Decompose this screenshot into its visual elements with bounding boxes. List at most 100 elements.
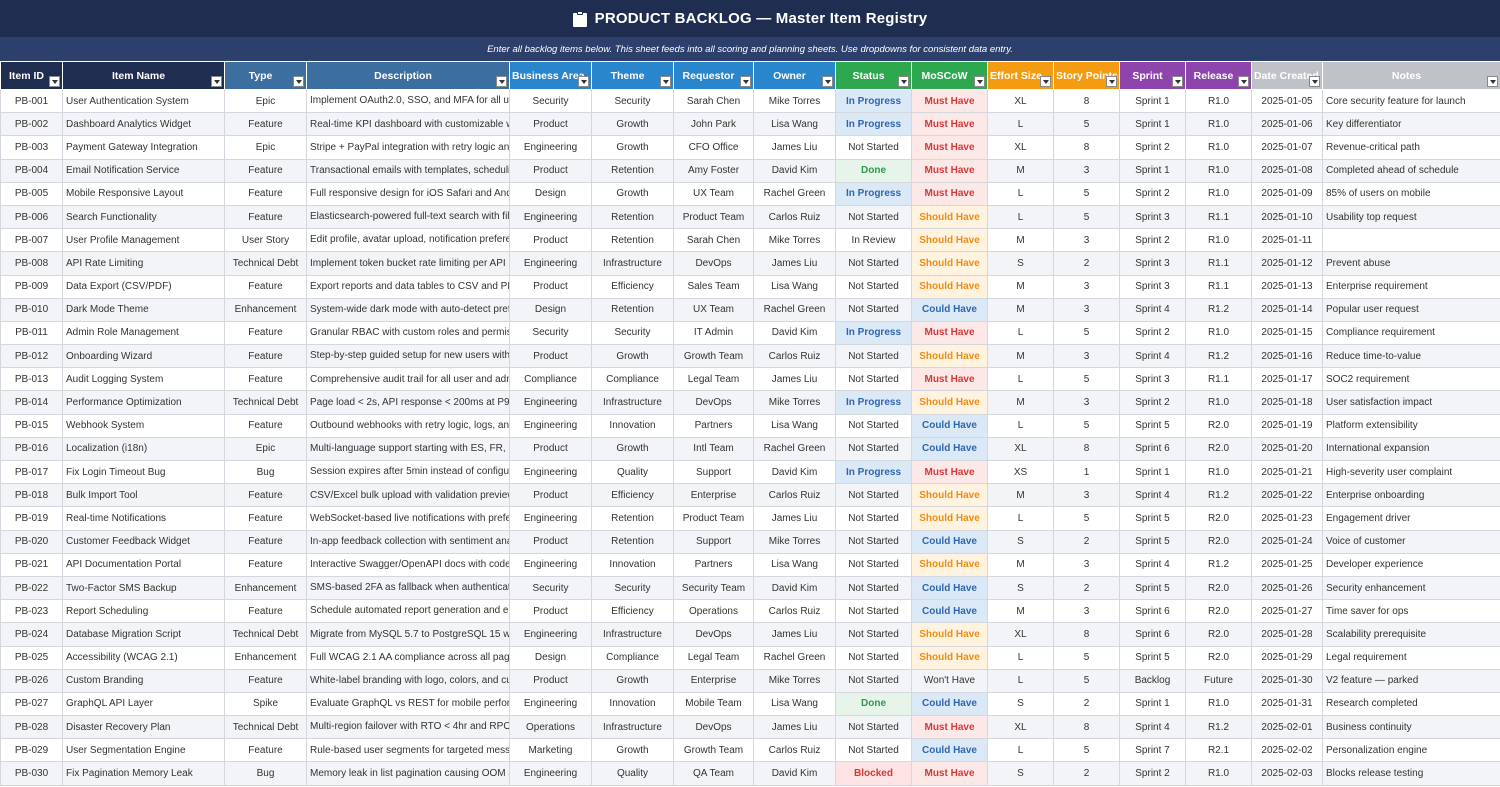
cell-business-area[interactable]: Design (509, 297, 592, 322)
cell-item-id[interactable]: PB-020 (0, 529, 63, 554)
cell-theme[interactable]: Retention (591, 297, 674, 322)
cell-business-area[interactable]: Marketing (509, 738, 592, 763)
cell-status[interactable]: Not Started (835, 204, 912, 230)
cell-release[interactable]: R1.2 (1185, 297, 1252, 322)
cell-status[interactable]: Not Started (835, 599, 912, 624)
cell-effort-size[interactable]: M (987, 483, 1054, 508)
cell-item-id[interactable]: PB-012 (0, 344, 63, 369)
cell-sprint[interactable]: Sprint 4 (1119, 715, 1186, 740)
cell-effort-size[interactable]: L (987, 668, 1054, 693)
cell-item-id[interactable]: PB-026 (0, 668, 63, 693)
cell-date-created[interactable]: 2025-01-23 (1251, 506, 1323, 531)
cell-date-created[interactable]: 2025-01-26 (1251, 575, 1323, 601)
cell-item-name[interactable]: Two-Factor SMS Backup (62, 575, 225, 601)
cell-notes[interactable]: Voice of customer (1322, 529, 1500, 554)
cell-moscow[interactable]: Must Have (911, 320, 988, 346)
cell-moscow[interactable]: Should Have (911, 251, 988, 276)
cell-story-points[interactable]: 3 (1053, 483, 1120, 508)
cell-type[interactable]: Technical Debt (224, 715, 307, 740)
cell-date-created[interactable]: 2025-01-06 (1251, 112, 1323, 137)
cell-owner[interactable]: David Kim (753, 320, 836, 346)
cell-notes[interactable]: High-severity user complaint (1322, 459, 1500, 485)
cell-owner[interactable]: James Liu (753, 715, 836, 740)
cell-theme[interactable]: Security (591, 575, 674, 601)
cell-story-points[interactable]: 8 (1053, 622, 1120, 647)
cell-moscow[interactable]: Should Have (911, 390, 988, 415)
cell-owner[interactable]: Mike Torres (753, 228, 836, 253)
cell-effort-size[interactable]: L (987, 413, 1054, 438)
cell-business-area[interactable]: Product (509, 158, 592, 183)
cell-theme[interactable]: Infrastructure (591, 251, 674, 276)
cell-requestor[interactable]: DevOps (673, 622, 754, 647)
cell-story-points[interactable]: 2 (1053, 529, 1120, 554)
cell-story-points[interactable]: 5 (1053, 112, 1120, 137)
cell-story-points[interactable]: 5 (1053, 506, 1120, 531)
cell-description[interactable]: Implement token bucket rate limiting per… (306, 251, 510, 276)
cell-description[interactable]: Export reports and data tables to CSV an… (306, 274, 510, 299)
cell-story-points[interactable]: 2 (1053, 251, 1120, 276)
cell-moscow[interactable]: Must Have (911, 715, 988, 740)
cell-description[interactable]: Outbound webhooks with retry logic, logs… (306, 413, 510, 438)
cell-story-points[interactable]: 5 (1053, 320, 1120, 346)
cell-sprint[interactable]: Sprint 1 (1119, 112, 1186, 137)
cell-notes[interactable]: Usability top request (1322, 204, 1500, 230)
cell-theme[interactable]: Compliance (591, 367, 674, 392)
cell-requestor[interactable]: Enterprise (673, 668, 754, 693)
cell-release[interactable]: R1.0 (1185, 320, 1252, 346)
cell-effort-size[interactable]: S (987, 575, 1054, 601)
cell-notes[interactable]: Reduce time-to-value (1322, 344, 1500, 369)
cell-theme[interactable]: Efficiency (591, 483, 674, 508)
cell-requestor[interactable]: Support (673, 529, 754, 554)
cell-theme[interactable]: Infrastructure (591, 390, 674, 415)
cell-effort-size[interactable]: L (987, 738, 1054, 763)
cell-description[interactable]: WebSocket-based live notifications with … (306, 506, 510, 531)
cell-owner[interactable]: David Kim (753, 158, 836, 183)
cell-date-created[interactable]: 2025-02-02 (1251, 738, 1323, 763)
cell-item-name[interactable]: Payment Gateway Integration (62, 135, 225, 160)
cell-requestor[interactable]: UX Team (673, 297, 754, 322)
cell-release[interactable]: R1.2 (1185, 715, 1252, 740)
cell-story-points[interactable]: 8 (1053, 135, 1120, 160)
cell-business-area[interactable]: Product (509, 668, 592, 693)
cell-description[interactable]: Comprehensive audit trail for all user a… (306, 367, 510, 392)
cell-item-name[interactable]: Audit Logging System (62, 367, 225, 392)
cell-status[interactable]: In Progress (835, 181, 912, 206)
cell-release[interactable]: R1.0 (1185, 135, 1252, 160)
cell-owner[interactable]: Mike Torres (753, 529, 836, 554)
cell-description[interactable]: Full responsive design for iOS Safari an… (306, 181, 510, 206)
cell-item-id[interactable]: PB-016 (0, 436, 63, 462)
cell-business-area[interactable]: Compliance (509, 367, 592, 392)
filter-dropdown-icon[interactable] (1172, 76, 1183, 87)
cell-description[interactable]: CSV/Excel bulk upload with validation pr… (306, 483, 510, 508)
cell-effort-size[interactable]: L (987, 320, 1054, 346)
cell-moscow[interactable]: Won't Have (911, 668, 988, 693)
cell-effort-size[interactable]: M (987, 158, 1054, 183)
cell-story-points[interactable]: 5 (1053, 738, 1120, 763)
cell-effort-size[interactable]: XS (987, 459, 1054, 485)
cell-date-created[interactable]: 2025-01-09 (1251, 181, 1323, 206)
cell-item-id[interactable]: PB-029 (0, 738, 63, 763)
cell-owner[interactable]: Carlos Ruiz (753, 599, 836, 624)
cell-description[interactable]: Interactive Swagger/OpenAPI docs with co… (306, 552, 510, 577)
cell-owner[interactable]: David Kim (753, 761, 836, 786)
cell-effort-size[interactable]: S (987, 691, 1054, 717)
cell-date-created[interactable]: 2025-01-11 (1251, 228, 1323, 253)
cell-requestor[interactable]: CFO Office (673, 135, 754, 160)
cell-release[interactable]: R1.0 (1185, 761, 1252, 786)
cell-release[interactable]: R2.0 (1185, 599, 1252, 624)
cell-requestor[interactable]: QA Team (673, 761, 754, 786)
cell-notes[interactable]: Popular user request (1322, 297, 1500, 322)
filter-dropdown-icon[interactable] (211, 76, 222, 87)
cell-effort-size[interactable]: L (987, 645, 1054, 670)
cell-story-points[interactable]: 3 (1053, 390, 1120, 415)
cell-status[interactable]: Not Started (835, 274, 912, 299)
filter-dropdown-icon[interactable] (660, 76, 671, 87)
cell-owner[interactable]: Lisa Wang (753, 413, 836, 438)
cell-moscow[interactable]: Should Have (911, 552, 988, 577)
cell-item-id[interactable]: PB-024 (0, 622, 63, 647)
cell-release[interactable]: R2.0 (1185, 575, 1252, 601)
cell-sprint[interactable]: Sprint 4 (1119, 344, 1186, 369)
filter-dropdown-icon[interactable] (49, 76, 60, 87)
cell-item-name[interactable]: Dark Mode Theme (62, 297, 225, 322)
cell-type[interactable]: Feature (224, 529, 307, 554)
